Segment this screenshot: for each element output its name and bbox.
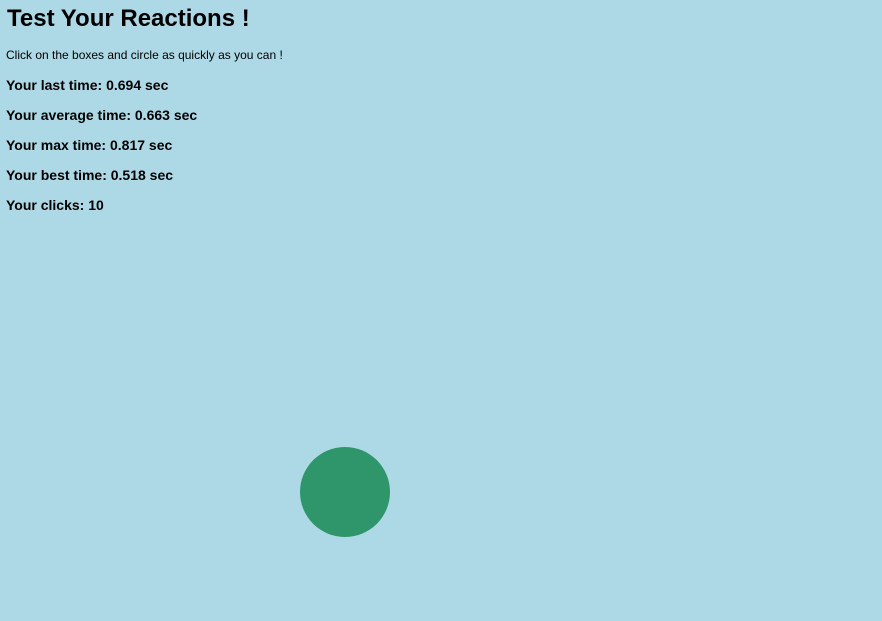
game-page: Test Your Reactions ! Click on the boxes… [0,0,882,621]
last-time-stat: Your last time: 0.694 sec [6,77,169,93]
reaction-target-circle[interactable] [300,447,390,537]
best-time-stat: Your best time: 0.518 sec [6,167,174,183]
average-time-stat: Your average time: 0.663 sec [6,107,198,123]
max-time-stat: Your max time: 0.817 sec [6,137,173,153]
page-title: Test Your Reactions ! [7,5,250,32]
clicks-stat: Your clicks: 10 [6,197,104,213]
instructions-text: Click on the boxes and circle as quickly… [6,48,283,62]
